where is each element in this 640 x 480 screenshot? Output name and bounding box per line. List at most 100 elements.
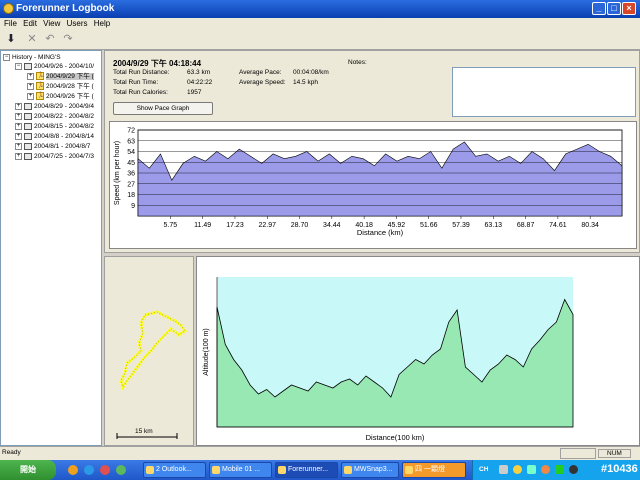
system-tray: CH #10436 <box>472 460 640 480</box>
x-tick-label: 80.34 <box>581 222 599 229</box>
redo-icon[interactable]: ↷ <box>60 32 76 47</box>
tray-icon-2[interactable] <box>513 465 522 474</box>
week-label: 2004/8/1 - 2004/8/7 <box>34 143 91 150</box>
menu-help[interactable]: Help <box>94 18 110 30</box>
tree-run-1[interactable]: + 🏃 2004/9/29 下午 ( <box>27 72 94 81</box>
pace-value: 00:04:08/km <box>293 69 329 76</box>
altitude-chart-svg: Distance(100 km) Altitude(100 m) <box>203 277 574 442</box>
menu-bar: File Edit View Users Help <box>0 18 640 30</box>
runner-icon: 🏃 <box>36 92 45 101</box>
week-label: 2004/8/22 - 2004/8/2 <box>34 113 94 120</box>
week-label: 2004/8/15 - 2004/8/2 <box>34 123 94 130</box>
week-label: 2004/9/26 - 2004/10/ <box>34 63 94 70</box>
speed-chart: 9 18 27 36 45 54 63 72 5.75 11.49 17.23 22.97 28.70 3… <box>109 121 637 249</box>
run-header: 2004/9/29 下午 04:18:44 <box>113 59 202 68</box>
distance-value: 63.3 km <box>187 69 211 76</box>
tray-icon-1[interactable] <box>499 465 508 474</box>
tree-week-3[interactable]: +2004/8/22 - 2004/8/2 <box>15 112 94 121</box>
forerunner-icon <box>278 466 286 474</box>
title-bar: Forerunner Logbook _ □ × <box>0 0 640 18</box>
y-tick-label: 72 <box>127 128 135 135</box>
tree-week-5[interactable]: +2004/8/8 - 2004/8/14 <box>15 132 94 141</box>
quicklaunch-icon-1[interactable] <box>68 465 78 475</box>
menu-users[interactable]: Users <box>67 18 88 30</box>
route-map <box>116 310 188 439</box>
x-tick-label: 11.49 <box>194 222 211 229</box>
tree-run-3[interactable]: + 🏃 2004/9/26 下午 ( <box>27 92 94 101</box>
week-label: 2004/7/25 - 2004/7/3 <box>34 153 94 160</box>
menu-view[interactable]: View <box>43 18 60 30</box>
task-forerunner[interactable]: Forerunner... <box>275 462 338 478</box>
calories-label: Total Run Calories: <box>113 89 168 96</box>
tree-root-label: History - MING'S <box>12 54 61 61</box>
altitude-chart: Distance(100 km) Altitude(100 m) <box>196 256 640 446</box>
calendar-icon <box>24 62 32 70</box>
task-mobile01[interactable]: Mobile 01 ... <box>209 462 272 478</box>
start-button[interactable]: 開始 <box>0 460 56 480</box>
tree-week-2[interactable]: +2004/8/29 - 2004/9/4 <box>15 102 94 111</box>
minimize-button[interactable]: _ <box>592 2 606 15</box>
calendar-icon <box>24 142 32 150</box>
history-tree: − History - MING'S −2004/9/26 - 2004/10/ … <box>0 50 102 446</box>
tree-run-2[interactable]: + 🏃 2004/9/28 下午 ( <box>27 82 94 91</box>
tree-root[interactable]: − History - MING'S <box>3 53 61 62</box>
show-pace-graph-button[interactable]: Show Pace Graph <box>113 102 213 115</box>
browser-icon <box>212 466 220 474</box>
x-tick-label: 28.70 <box>291 222 309 229</box>
tree-week-1[interactable]: −2004/9/26 - 2004/10/ <box>15 62 94 71</box>
quicklaunch-icon-3[interactable] <box>100 465 110 475</box>
y-tick-label: 18 <box>127 192 135 199</box>
tray-icon-3[interactable] <box>527 465 536 474</box>
y-axis-label: Speed (km per hour) <box>114 141 121 205</box>
menu-edit[interactable]: Edit <box>23 18 37 30</box>
tree-week-6[interactable]: +2004/8/1 - 2004/8/7 <box>15 142 90 151</box>
route-map-panel: 15 km <box>104 256 194 446</box>
quicklaunch-icon-2[interactable] <box>84 465 94 475</box>
x-axis-label: Distance (km) <box>357 228 404 237</box>
avg-speed-label: Average Speed: <box>239 79 286 86</box>
language-indicator[interactable]: CH <box>479 466 488 473</box>
x-tick-label: 74.61 <box>549 222 567 229</box>
tray-icon-5[interactable] <box>555 465 564 474</box>
download-icon[interactable]: ⬇ <box>3 32 19 47</box>
task-label: 四 一顆燈 <box>415 466 445 473</box>
task-mwsnap[interactable]: MWSnap3... <box>341 462 399 478</box>
im-icon <box>405 466 413 474</box>
task-outlook[interactable]: 2 Outlook... <box>143 462 206 478</box>
toolbar: ⬇ ✕ ↶ ↷ <box>0 30 640 50</box>
tree-week-4[interactable]: +2004/8/15 - 2004/8/2 <box>15 122 94 131</box>
calendar-icon <box>24 152 32 160</box>
status-pane-caps <box>560 448 596 459</box>
menu-file[interactable]: File <box>4 18 17 30</box>
task-label: MWSnap3... <box>354 466 393 473</box>
x-tick-label: 63.13 <box>485 222 503 229</box>
tray-icon-6[interactable] <box>569 465 578 474</box>
y-tick-label: 27 <box>127 181 135 188</box>
y-axis-label: Altitude(100 m) <box>203 328 210 375</box>
y-tick-label: 36 <box>127 171 135 178</box>
status-bar: Ready NUM <box>0 446 640 460</box>
notes-field[interactable] <box>452 67 636 117</box>
x-tick-label: 34.44 <box>323 222 341 229</box>
distance-label: Total Run Distance: <box>113 69 170 76</box>
undo-icon[interactable]: ↶ <box>42 32 58 47</box>
app-icon <box>3 3 14 14</box>
tree-week-7[interactable]: +2004/7/25 - 2004/7/3 <box>15 152 94 161</box>
task-im[interactable]: 四 一顆燈 <box>402 462 466 478</box>
status-num: NUM <box>598 449 631 458</box>
x-tick-label: 51.66 <box>420 222 438 229</box>
run-label: 2004/9/28 下午 ( <box>46 83 94 90</box>
week-label: 2004/8/29 - 2004/9/4 <box>34 103 94 110</box>
close-button[interactable]: × <box>622 2 636 15</box>
taskbar: 開始 2 Outlook... Mobile 01 ... Forerunner… <box>0 460 640 480</box>
maximize-button[interactable]: □ <box>607 2 621 15</box>
watermark-number: #10436 <box>601 463 638 475</box>
time-value: 04:22:22 <box>187 79 213 86</box>
delete-icon[interactable]: ✕ <box>24 32 40 47</box>
avg-speed-value: 14.5 kph <box>293 79 318 86</box>
quicklaunch-icon-4[interactable] <box>116 465 126 475</box>
x-axis-label: Distance(100 km) <box>366 433 425 442</box>
notes-label: Notes: <box>348 59 367 66</box>
calendar-icon <box>24 112 32 120</box>
tray-icon-4[interactable] <box>541 465 550 474</box>
